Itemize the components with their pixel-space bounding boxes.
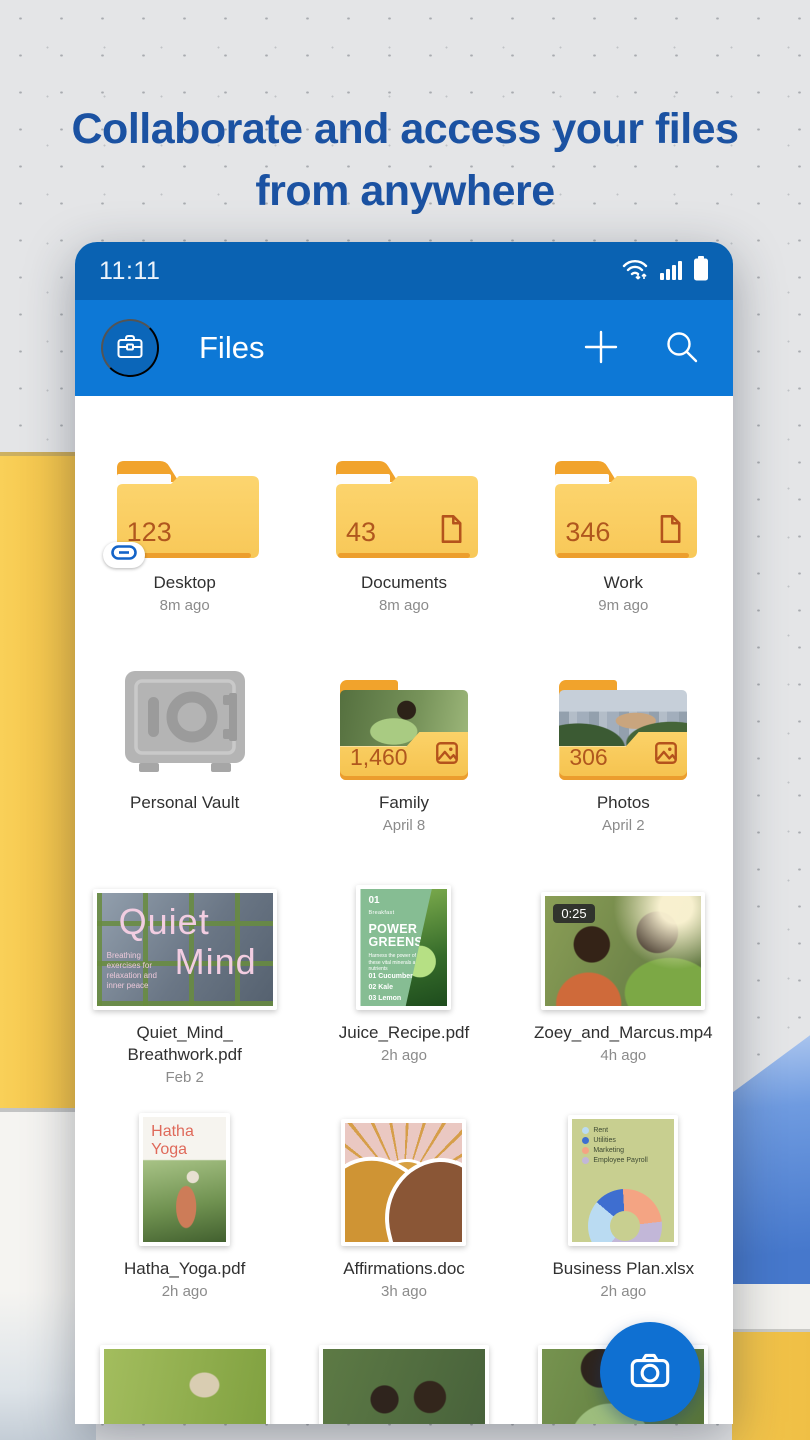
file-thumbnail: Quiet Mind Breathing exercises for relax…	[93, 889, 277, 1010]
item-name: Juice_Recipe.pdf	[339, 1022, 469, 1044]
item-name: Desktop	[153, 572, 215, 594]
page-title: Files	[199, 330, 537, 366]
folder-item-count: 306	[569, 744, 607, 771]
link-icon	[111, 545, 137, 565]
tile-photo[interactable]	[294, 1345, 513, 1424]
item-meta: 9m ago	[598, 596, 648, 616]
file-thumbnail: Rent Utilities Marketing Employee Payrol…	[568, 1115, 678, 1246]
clock: 11:11	[99, 257, 160, 286]
search-icon	[665, 330, 699, 367]
legend-label: Marketing	[593, 1147, 624, 1154]
thumb-title: Hatha Yoga	[151, 1123, 194, 1159]
item-meta: 2h ago	[381, 1046, 427, 1066]
image-icon	[434, 740, 460, 771]
thumb-caption: Breathing exercises for relaxation and i…	[107, 951, 165, 991]
tile-file-business-plan[interactable]: Rent Utilities Marketing Employee Payrol…	[514, 1113, 733, 1302]
item-meta: April 8	[383, 816, 426, 836]
cellular-signal-icon	[660, 259, 684, 286]
item-meta: 8m ago	[379, 596, 429, 616]
item-name: Hatha_Yoga.pdf	[124, 1258, 245, 1280]
item-name: Photos	[597, 792, 650, 814]
tile-folder-documents[interactable]: 43 Documents 8m ago	[294, 455, 513, 616]
item-name: Affirmations.doc	[343, 1258, 465, 1280]
camera-fab-button[interactable]	[600, 1322, 700, 1422]
photo-thumbnail	[100, 1345, 270, 1424]
add-button[interactable]	[583, 329, 619, 368]
video-thumbnail: 0:25	[541, 892, 705, 1010]
legend-label: Rent	[593, 1127, 608, 1134]
tile-folder-work[interactable]: 346 Work 9m ago	[514, 455, 733, 616]
folder-item-count: 346	[565, 517, 610, 548]
plus-icon	[583, 329, 619, 368]
app-bar: Files	[75, 300, 733, 396]
item-meta: 8m ago	[160, 596, 210, 616]
camera-icon	[625, 1346, 675, 1399]
legend-label: Utilities	[593, 1137, 616, 1144]
thumb-title: Mind	[175, 941, 257, 983]
briefcase-icon	[114, 331, 146, 366]
backdrop-white-strip-right	[732, 1284, 810, 1332]
folder-item-count: 43	[346, 517, 376, 548]
folder-icon: 123	[111, 456, 259, 560]
folder-icon: 346	[549, 456, 697, 560]
tile-photo[interactable]	[75, 1345, 294, 1424]
video-duration-badge: 0:25	[553, 904, 594, 923]
document-icon	[656, 514, 684, 549]
tile-file-hatha-yoga[interactable]: Hatha Yoga Hatha_Yoga.pdf 2h ago	[75, 1113, 294, 1302]
item-name: Zoey_and_Marcus.mp4	[534, 1022, 713, 1044]
marketing-headline: Collaborate and access your files from a…	[0, 98, 810, 222]
file-thumbnail	[341, 1119, 466, 1246]
item-name: Personal Vault	[130, 792, 239, 814]
photo-folder-icon: 1,460	[338, 680, 470, 780]
account-briefcase-button[interactable]	[101, 319, 159, 377]
battery-icon	[693, 256, 709, 286]
file-grid: 123 Desktop 8m ago	[75, 396, 733, 1424]
item-meta: 3h ago	[381, 1282, 427, 1302]
chart-legend: Rent Utilities Marketing Employee Payrol…	[582, 1127, 674, 1164]
item-name: Family	[379, 792, 429, 814]
document-icon	[437, 514, 465, 549]
vault-safe-icon	[115, 671, 255, 780]
image-icon	[653, 740, 679, 771]
tile-personal-vault[interactable]: Personal Vault	[75, 675, 294, 836]
photo-thumbnail	[319, 1345, 489, 1424]
item-meta: 2h ago	[162, 1282, 208, 1302]
legend-label: Employee Payroll	[593, 1157, 647, 1164]
phone-mockup: 11:11	[75, 242, 733, 1424]
tile-file-quiet-mind[interactable]: Quiet Mind Breathing exercises for relax…	[75, 885, 294, 1088]
tile-folder-family[interactable]: 1,460 Family April 8	[294, 675, 513, 836]
item-name: Work	[604, 572, 643, 594]
grid-row-4: Hatha Yoga Hatha_Yoga.pdf 2h ago	[75, 1113, 733, 1302]
folder-icon: 43	[330, 456, 478, 560]
grid-row-2: Personal Vault 1,460	[75, 675, 733, 836]
tile-folder-desktop[interactable]: 123 Desktop 8m ago	[75, 455, 294, 616]
tile-file-affirmations[interactable]: Affirmations.doc 3h ago	[294, 1113, 513, 1302]
tile-file-juice-recipe[interactable]: 01 Breakfast POWER GREENS Harness the po…	[294, 885, 513, 1088]
grid-row-1: 123 Desktop 8m ago	[75, 455, 733, 616]
status-bar: 11:11	[75, 242, 733, 300]
item-name: Quiet_Mind_ Breathwork.pdf	[127, 1022, 241, 1066]
item-meta: 4h ago	[600, 1046, 646, 1066]
item-meta: 2h ago	[600, 1282, 646, 1302]
backdrop-yellow-paper-right	[732, 1332, 810, 1440]
item-name: Business Plan.xlsx	[552, 1258, 694, 1280]
item-name: Documents	[361, 572, 447, 594]
grid-row-3: Quiet Mind Breathing exercises for relax…	[75, 885, 733, 1088]
item-meta: April 2	[602, 816, 645, 836]
folder-item-count: 1,460	[350, 744, 408, 771]
photo-folder-icon: 306	[557, 680, 689, 780]
wifi-icon	[621, 257, 651, 286]
file-thumbnail: Hatha Yoga	[139, 1113, 230, 1246]
tile-video-zoey-and-marcus[interactable]: 0:25 Zoey_and_Marcus.mp4 4h ago	[514, 885, 733, 1088]
tile-folder-photos[interactable]: 306 Photos April 2	[514, 675, 733, 836]
search-button[interactable]	[665, 330, 699, 367]
thumb-title: Quiet	[119, 901, 210, 943]
file-thumbnail: 01 Breakfast POWER GREENS Harness the po…	[356, 885, 451, 1010]
item-meta: Feb 2	[165, 1068, 203, 1088]
donut-chart	[588, 1189, 662, 1242]
shared-link-badge	[103, 542, 145, 568]
